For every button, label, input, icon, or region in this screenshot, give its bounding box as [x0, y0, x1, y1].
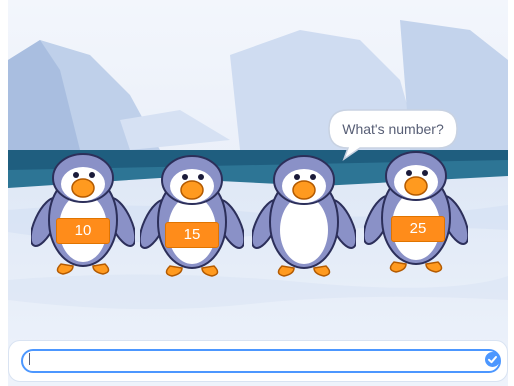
- text-cursor: [29, 353, 30, 365]
- number-badge: 15: [165, 222, 219, 248]
- number-badge: 10: [56, 218, 110, 244]
- penguin-sprite-4[interactable]: 25: [362, 148, 470, 278]
- number-badge: 25: [391, 216, 445, 242]
- penguin-sprite-3[interactable]: [250, 152, 358, 282]
- penguin-icon: [362, 151, 470, 273]
- speech-bubble-text: What's number?: [342, 121, 444, 137]
- submit-answer-button[interactable]: [485, 352, 500, 367]
- penguin-icon: [250, 155, 358, 277]
- penguin-sprite-1[interactable]: 10: [29, 150, 137, 280]
- speech-bubble: What's number?: [328, 109, 458, 161]
- penguin-icon: [29, 153, 137, 275]
- penguin-icon: [138, 155, 246, 277]
- ask-answer-panel: [8, 340, 508, 382]
- answer-input[interactable]: [21, 349, 501, 373]
- penguin-sprite-2[interactable]: 15: [138, 152, 246, 282]
- check-icon: [488, 356, 497, 364]
- stage[interactable]: 10 15 25 What's number?: [0, 0, 514, 386]
